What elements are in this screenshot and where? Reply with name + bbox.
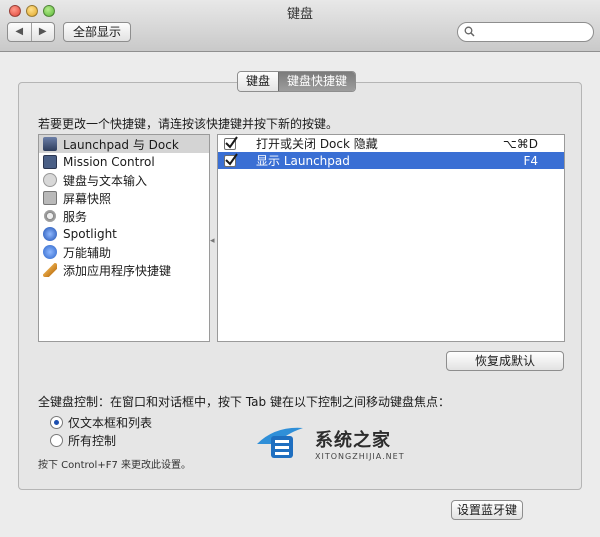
category-label: Spotlight — [63, 227, 117, 241]
nav-back-forward: ◀ ▶ — [7, 22, 55, 42]
accessibility-icon — [43, 245, 57, 259]
keyboard-icon — [43, 173, 57, 187]
category-item-app-shortcuts[interactable]: 添加应用程序快捷键 — [39, 261, 209, 279]
setup-bluetooth-keyboard-button[interactable]: 设置蓝牙键 — [451, 500, 523, 520]
app-shortcut-icon — [43, 263, 57, 277]
category-list[interactable]: Launchpad 与 Dock Mission Control 键盘与文本输入… — [38, 134, 210, 342]
show-all-button[interactable]: 全部显示 — [63, 22, 131, 42]
category-item-launchpad-dock[interactable]: Launchpad 与 Dock — [39, 135, 209, 153]
tab-bar: 键盘 键盘快捷键 — [237, 71, 357, 92]
forward-button[interactable]: ▶ — [32, 23, 55, 41]
watermark-title: 系统之家 — [315, 430, 391, 451]
radio-button[interactable] — [50, 434, 63, 447]
category-label: 键盘与文本输入 — [63, 173, 148, 188]
tab-keyboard[interactable]: 键盘 — [238, 72, 279, 91]
mission-control-icon — [43, 155, 57, 169]
radio-all-controls[interactable]: 所有控制 — [50, 432, 116, 449]
category-label: Launchpad 与 Dock — [63, 137, 179, 152]
watermark-logo: 系统之家 XITONGZHIJIA.NET — [255, 420, 435, 470]
category-item-mission-control[interactable]: Mission Control — [39, 153, 209, 171]
category-label: 服务 — [63, 209, 88, 224]
radio-label: 仅文本框和列表 — [68, 416, 153, 430]
search-input[interactable] — [457, 22, 594, 42]
category-label: 万能辅助 — [63, 245, 112, 260]
category-item-services[interactable]: 服务 — [39, 207, 209, 225]
site-logo-icon — [257, 427, 303, 458]
shortcut-label: 打开或关闭 Dock 隐藏 — [256, 137, 378, 151]
shortcut-label: 显示 Launchpad — [256, 154, 350, 168]
restore-defaults-button[interactable]: 恢复成默认 — [446, 351, 564, 371]
splitter-handle[interactable]: ◂ — [210, 236, 215, 246]
shortcut-checkbox[interactable] — [224, 135, 238, 150]
full-keyboard-access-label: 全键盘控制：在窗口和对话框中，按下 Tab 键在以下控制之间移动键盘焦点： — [38, 395, 450, 409]
shortcut-row-show-launchpad[interactable]: 显示 Launchpad F4 — [218, 152, 564, 169]
radio-button[interactable] — [50, 416, 63, 429]
shortcut-checkbox[interactable] — [224, 152, 238, 167]
keyboard-access-hint: 按下 Control+F7 来更改此设置。 — [38, 460, 191, 471]
title-bar: 键盘 ◀ ▶ 全部显示 — [0, 0, 600, 52]
search-icon — [464, 26, 475, 37]
checkmark-icon — [225, 135, 238, 149]
launchpad-icon — [43, 137, 57, 151]
radio-text-boxes-lists[interactable]: 仅文本框和列表 — [50, 414, 152, 431]
shortcut-key[interactable]: F4 — [523, 154, 538, 168]
shortcut-list[interactable]: 打开或关闭 Dock 隐藏 ⌥⌘D 显示 Launchpad F4 — [217, 134, 565, 342]
category-label: Mission Control — [63, 155, 155, 169]
spotlight-icon — [43, 227, 57, 241]
category-item-accessibility[interactable]: 万能辅助 — [39, 243, 209, 261]
window-title: 键盘 — [286, 7, 313, 22]
category-item-screenshots[interactable]: 屏幕快照 — [39, 189, 209, 207]
shortcut-key[interactable]: ⌥⌘D — [503, 137, 538, 151]
watermark-subtitle: XITONGZHIJIA.NET — [315, 452, 405, 461]
back-button[interactable]: ◀ — [8, 23, 32, 41]
gear-icon — [43, 209, 57, 223]
checkmark-icon — [225, 152, 238, 166]
shortcut-row-dock-hiding[interactable]: 打开或关闭 Dock 隐藏 ⌥⌘D — [218, 135, 564, 152]
category-label: 添加应用程序快捷键 — [63, 263, 172, 278]
category-label: 屏幕快照 — [63, 191, 112, 206]
screenshot-icon — [43, 191, 57, 205]
instruction-text: 若要更改一个快捷键，请连按该快捷键并按下新的按键。 — [38, 117, 339, 131]
category-item-keyboard-text[interactable]: 键盘与文本输入 — [39, 171, 209, 189]
category-item-spotlight[interactable]: Spotlight — [39, 225, 209, 243]
radio-label: 所有控制 — [68, 434, 117, 448]
tab-keyboard-shortcuts[interactable]: 键盘快捷键 — [278, 72, 356, 91]
